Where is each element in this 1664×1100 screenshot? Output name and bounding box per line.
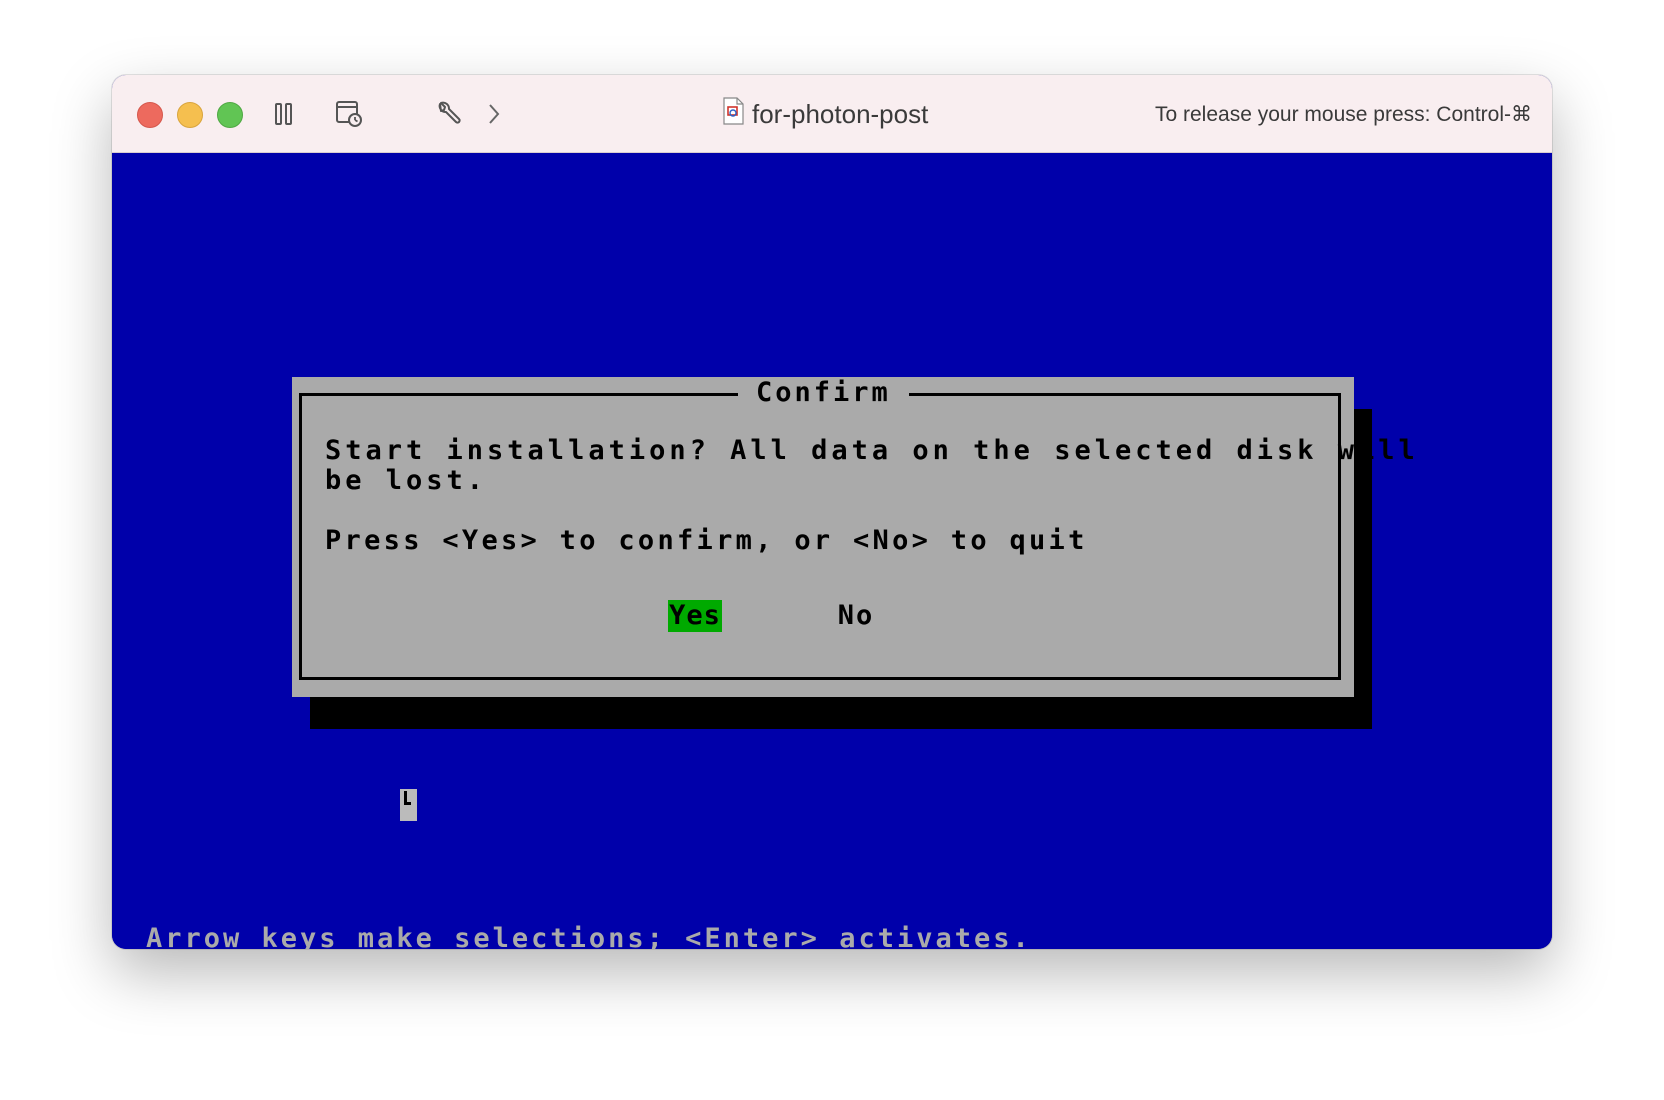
- window-title: for-photon-post: [722, 96, 929, 132]
- vm-window: for-photon-post To release your mouse pr…: [112, 75, 1552, 949]
- window-title-text: for-photon-post: [752, 98, 929, 129]
- dialog-message-line1: Start installation? All data on the sele…: [325, 435, 1419, 466]
- wrench-icon[interactable]: [430, 97, 464, 131]
- yes-button[interactable]: Yes: [668, 600, 722, 632]
- dialog-title: Confirm: [738, 377, 909, 409]
- chevron-right-icon[interactable]: [477, 97, 511, 131]
- mouse-release-hint: To release your mouse press: Control-⌘: [1155, 102, 1532, 126]
- zoom-button[interactable]: [217, 102, 243, 128]
- confirm-dialog: Confirm Start installation? All data on …: [292, 377, 1415, 697]
- dialog-message-line2: be lost.: [325, 465, 488, 496]
- minimize-button[interactable]: [177, 102, 203, 128]
- vm-screen[interactable]: Confirm Start installation? All data on …: [112, 153, 1552, 949]
- dialog-prompt: Press <Yes> to confirm, or <No> to quit: [325, 525, 1088, 556]
- pause-icon[interactable]: [267, 97, 301, 131]
- text-cursor: [400, 789, 417, 821]
- vm-document-icon: [722, 96, 744, 132]
- no-button[interactable]: No: [834, 600, 878, 632]
- snapshot-icon[interactable]: [332, 97, 366, 131]
- close-button[interactable]: [137, 102, 163, 128]
- title-bar: for-photon-post To release your mouse pr…: [112, 75, 1552, 153]
- status-line: Arrow keys make selections; <Enter> acti…: [146, 923, 1032, 949]
